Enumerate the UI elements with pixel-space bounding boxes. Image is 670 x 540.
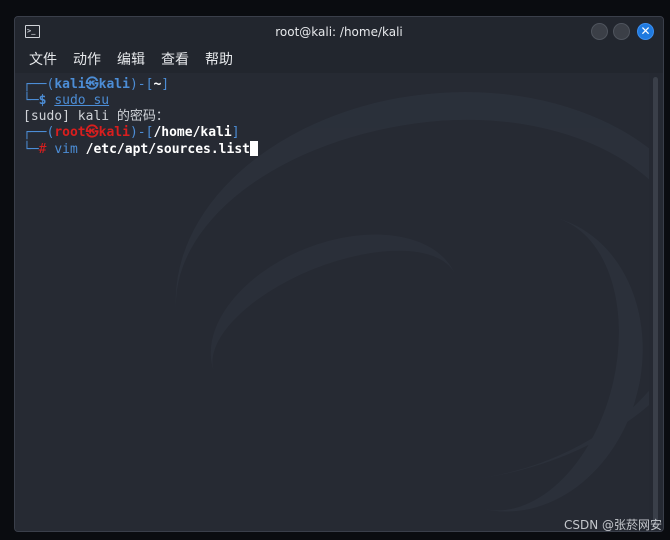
terminal-window: >_ root@kali: /home/kali ✕ 文件 动作 编辑 查看 帮… — [14, 16, 664, 532]
maximize-icon[interactable] — [613, 23, 630, 40]
terminal-output[interactable]: ┌──(kali㉿kali)-[~] └─$ sudo su [sudo] ka… — [15, 73, 649, 531]
menu-file[interactable]: 文件 — [29, 52, 57, 68]
menu-view[interactable]: 查看 — [161, 52, 189, 68]
prompt-line-user: ┌──(kali㉿kali)-[~] — [23, 77, 170, 92]
prompt-line-root: ┌──(root㉿kali)-[/home/kali] — [23, 125, 240, 140]
scrollbar-thumb[interactable] — [653, 77, 658, 527]
vertical-scrollbar[interactable] — [649, 73, 663, 531]
menu-action[interactable]: 动作 — [73, 52, 101, 68]
window-title: root@kali: /home/kali — [275, 25, 403, 39]
menu-bar: 文件 动作 编辑 查看 帮助 — [15, 47, 663, 73]
command-line-sudo: └─$ sudo su — [23, 93, 110, 108]
text-cursor — [250, 141, 258, 156]
close-icon[interactable]: ✕ — [637, 23, 654, 40]
minimize-icon[interactable] — [591, 23, 608, 40]
sudo-password-prompt: [sudo] kali 的密码： — [23, 109, 169, 124]
menu-help[interactable]: 帮助 — [205, 52, 233, 68]
title-bar[interactable]: >_ root@kali: /home/kali ✕ — [15, 17, 663, 47]
csdn-watermark: CSDN @张菸网安 — [563, 518, 662, 532]
command-line-vim: └─# vim /etc/apt/sources.list — [23, 141, 258, 157]
menu-edit[interactable]: 编辑 — [117, 52, 145, 68]
